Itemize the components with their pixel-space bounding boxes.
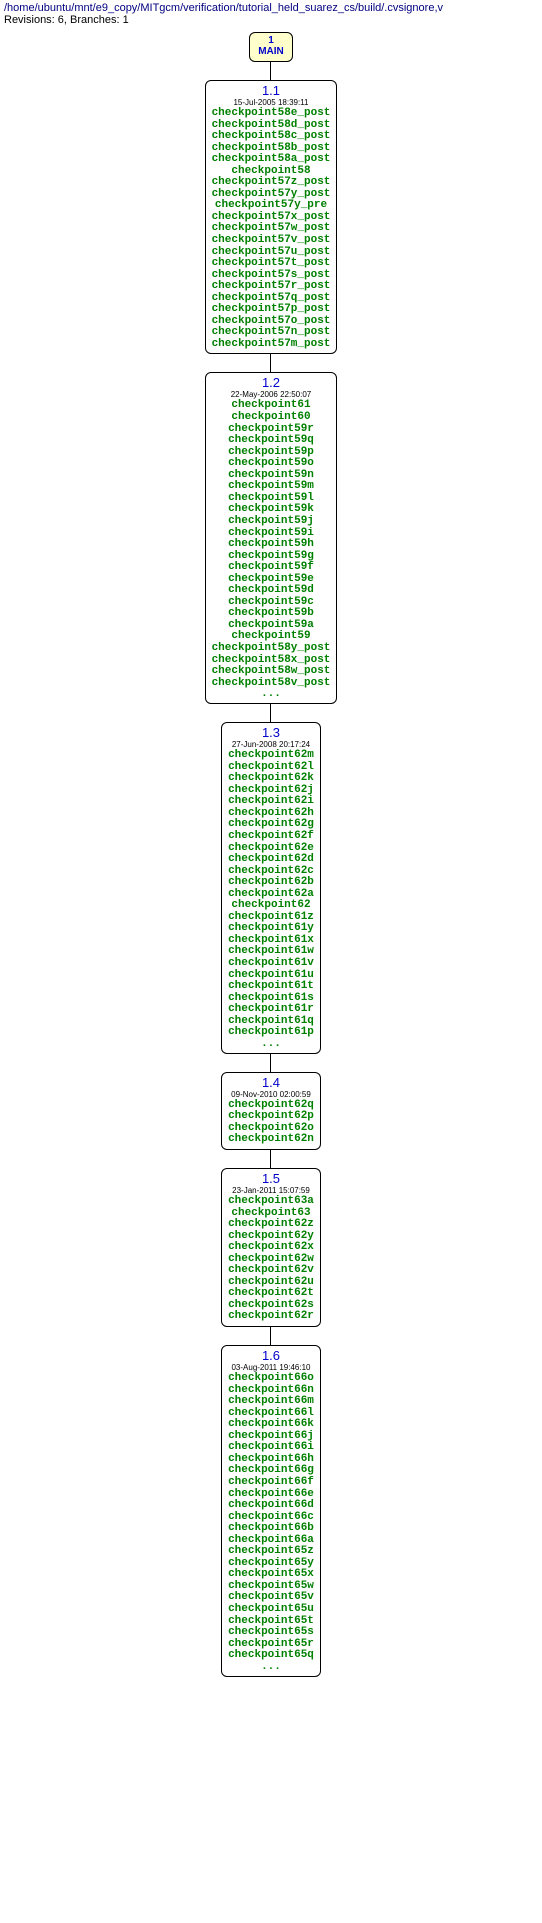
revision-box: 1.115-Jul-2005 18:39:11checkpoint58e_pos… <box>205 80 338 354</box>
tag-label: checkpoint65s <box>228 1627 314 1639</box>
tag-label: checkpoint65u <box>228 1604 314 1616</box>
revision-date: 03-Aug-2011 19:46:10 <box>228 1363 314 1372</box>
tag-label: checkpoint61t <box>228 981 314 993</box>
revision-stats: Revisions: 6, Branches: 1 <box>4 14 129 26</box>
revision-date: 27-Jun-2008 20:17:24 <box>228 740 314 749</box>
tag-label: checkpoint58c_post <box>212 131 331 143</box>
tag-label: checkpoint62f <box>228 831 314 843</box>
tag-label: checkpoint58w_post <box>212 666 331 678</box>
ellipsis: ... <box>228 1039 314 1050</box>
revision-number: 1.4 <box>228 1075 314 1090</box>
tag-label: checkpoint59q <box>212 435 331 447</box>
ellipsis: ... <box>212 689 331 700</box>
tag-label: checkpoint66b <box>228 1523 314 1535</box>
connector <box>270 354 271 372</box>
tag-label: checkpoint60 <box>212 412 331 424</box>
revision-box: 1.222-May-2006 22:50:07checkpoint61check… <box>205 372 338 704</box>
tag-label: checkpoint62r <box>228 1311 314 1323</box>
ellipsis: ... <box>228 1662 314 1673</box>
tag-label: checkpoint61v <box>228 958 314 970</box>
revision-box: 1.409-Nov-2010 02:00:59checkpoint62qchec… <box>221 1072 321 1150</box>
tag-label: checkpoint59f <box>212 562 331 574</box>
tag-label: checkpoint57v_post <box>212 235 331 247</box>
revision-date: 15-Jul-2005 18:39:11 <box>212 98 331 107</box>
tag-label: checkpoint58y_post <box>212 643 331 655</box>
revision-number: 1.3 <box>228 725 314 740</box>
main-num: 1 <box>258 35 284 46</box>
main-branch-box: 1 MAIN <box>249 32 293 62</box>
revision-date: 22-May-2006 22:50:07 <box>212 390 331 399</box>
tag-label: checkpoint62d <box>228 854 314 866</box>
tag-label: checkpoint59j <box>212 516 331 528</box>
revision-box: 1.523-Jan-2011 15:07:59checkpoint63a chec… <box>221 1168 321 1327</box>
revision-number: 1.1 <box>212 83 331 98</box>
revision-number: 1.6 <box>228 1348 314 1363</box>
connector <box>270 62 271 80</box>
tag-label: checkpoint66o <box>228 1373 314 1385</box>
revision-date: 09-Nov-2010 02:00:59 <box>228 1090 314 1099</box>
tag-label: checkpoint62z <box>228 1219 314 1231</box>
connector <box>270 1054 271 1072</box>
revision-date: 23-Jan-2011 15:07:59 <box>228 1186 314 1195</box>
revision-number: 1.5 <box>228 1171 314 1186</box>
revision-number: 1.2 <box>212 375 331 390</box>
tag-label: checkpoint58e_post <box>212 108 331 120</box>
tag-label: checkpoint66d <box>228 1500 314 1512</box>
tag-label: checkpoint57t_post <box>212 258 331 270</box>
tag-label: checkpoint62b <box>228 877 314 889</box>
connector <box>270 704 271 722</box>
connector <box>270 1150 271 1168</box>
tag-label: checkpoint66f <box>228 1477 314 1489</box>
header: /home/ubuntu/mnt/e9_copy/MITgcm/verifica… <box>0 0 542 28</box>
revision-box: 1.603-Aug-2011 19:46:10checkpoint66o chec… <box>221 1345 321 1677</box>
revision-box: 1.327-Jun-2008 20:17:24checkpoint62m chec… <box>221 722 321 1054</box>
file-path: /home/ubuntu/mnt/e9_copy/MITgcm/verifica… <box>4 2 443 14</box>
tag-label: checkpoint62m <box>228 750 314 762</box>
tag-label: checkpoint63a <box>228 1196 314 1208</box>
tag-label: checkpoint61r <box>228 1004 314 1016</box>
tag-label: checkpoint65q <box>228 1650 314 1662</box>
tag-label: checkpoint58a_post <box>212 154 331 166</box>
tag-label: checkpoint57m_post <box>212 339 331 351</box>
tag-label: checkpoint66m <box>228 1396 314 1408</box>
main-label: MAIN <box>258 46 284 57</box>
connector <box>270 1327 271 1345</box>
tag-label: checkpoint59h <box>212 539 331 551</box>
revision-graph: 1 MAIN 1.115-Jul-2005 18:39:11checkpoint… <box>0 28 542 1687</box>
tag-label: checkpoint62n <box>228 1134 314 1146</box>
